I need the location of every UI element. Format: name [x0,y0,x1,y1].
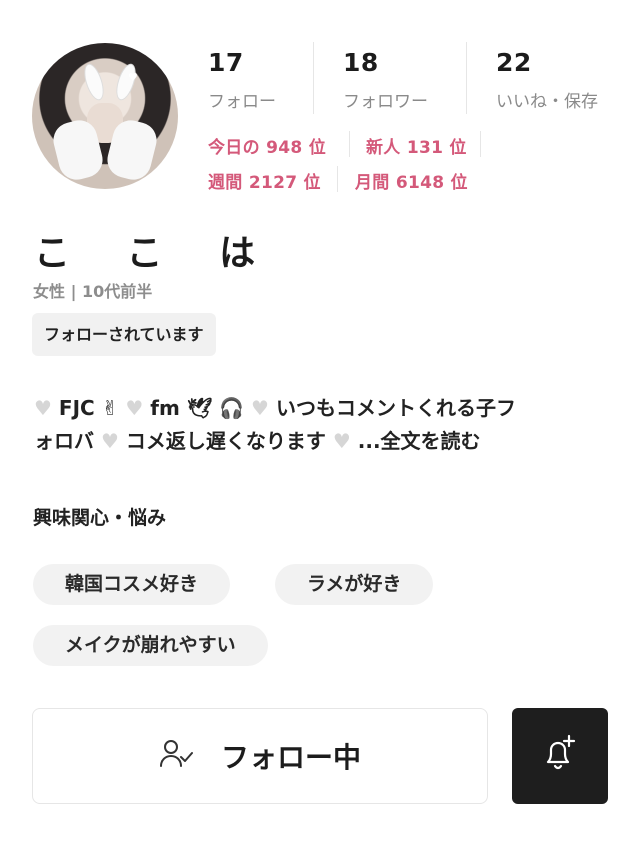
hand-emoji-icon: ✌ [101,396,119,420]
divider [337,166,338,192]
heart-icon: ♥ [251,396,269,420]
stat-followers[interactable]: 18 フォロワー [343,48,428,112]
stat-following[interactable]: 17 フォロー [208,48,276,112]
notification-bell-button[interactable] [512,708,608,804]
rank-weekly[interactable]: 週間 2127 位 [208,168,321,193]
following-button[interactable]: フォロー中 [32,708,488,804]
heart-decoration-icon: ♥ [128,71,138,84]
dove-emoji-icon: 🕊 [186,396,213,420]
interest-tag[interactable]: ラメが好き [275,564,434,605]
stat-likes-label: いいね・保存 [496,92,598,112]
divider [313,42,314,114]
following-button-label: フォロー中 [220,741,361,774]
avatar[interactable]: ♥ [32,43,178,189]
stat-following-count: 17 [208,48,244,77]
rank-new[interactable]: 新人 131 位 [366,133,467,158]
divider [466,42,467,114]
user-check-icon [159,737,193,775]
stat-likes[interactable]: 22 いいね・保存 [496,48,598,112]
profile-bio[interactable]: ♥ FJC ✌ ♥ fm 🕊 🎧 ♥ いつもコメントくれる子フ ォロバ ♥ コメ… [34,392,608,458]
bio-text: ォロバ [34,429,94,453]
stat-followers-count: 18 [343,48,379,77]
bio-text: コメ返し遅くなります [125,429,326,453]
stat-followers-label: フォロワー [343,92,428,112]
bell-plus-icon [538,732,582,780]
stat-likes-count: 22 [496,48,532,77]
interest-tag[interactable]: 韓国コスメ好き [33,564,231,605]
interests-title: 興味関心・悩み [33,507,167,529]
bio-text: fm [150,396,180,420]
profile-name: こ こ は [34,233,278,274]
divider [480,131,481,157]
divider [349,131,350,157]
read-more-link[interactable]: ...全文を読む [358,429,481,453]
bio-text: FJC [58,396,95,420]
heart-icon: ♥ [125,396,144,420]
heart-icon: ♥ [100,429,119,453]
headphones-emoji-icon: 🎧 [219,396,245,420]
heart-icon: ♥ [332,429,351,453]
rank-monthly[interactable]: 月間 6148 位 [355,168,468,193]
interest-tag[interactable]: メイクが崩れやすい [33,625,268,666]
bunny-ear-decoration [80,61,108,103]
heart-icon: ♥ [34,396,52,420]
rank-today[interactable]: 今日の 948 位 [208,133,326,158]
follows-you-badge: フォローされています [32,313,216,356]
bio-text: いつもコメントくれる子フ [275,396,516,420]
profile-meta: 女性 | 10代前半 [33,282,153,301]
stat-following-label: フォロー [208,92,276,112]
